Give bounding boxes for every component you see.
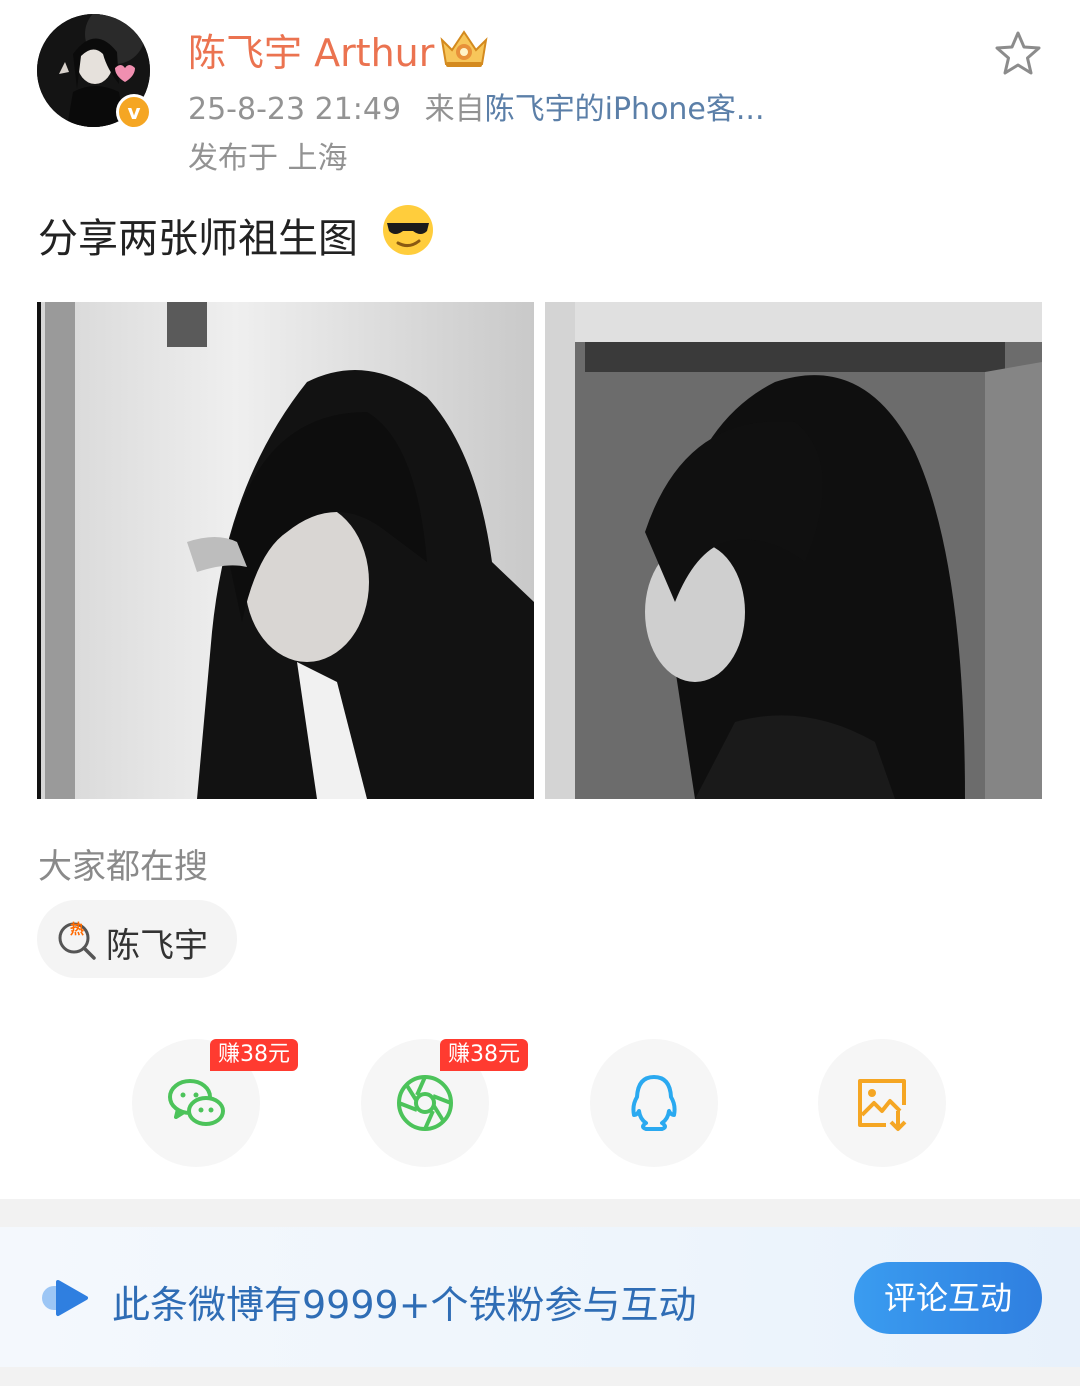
post-photo-2[interactable] bbox=[545, 302, 1042, 799]
fans-icon bbox=[42, 1280, 88, 1316]
bottom-strip bbox=[0, 1367, 1080, 1386]
crown-badge-icon bbox=[440, 30, 488, 67]
comment-interact-button[interactable]: 评论互动 bbox=[854, 1262, 1042, 1334]
save-image-icon bbox=[858, 1079, 907, 1131]
author-name[interactable]: 陈飞宇 Arthur bbox=[188, 22, 434, 77]
hot-search-icon: 热 bbox=[58, 921, 96, 960]
moments-icon bbox=[397, 1075, 453, 1131]
post-photo-1[interactable] bbox=[37, 302, 534, 799]
fan-interaction-text: 此条微博有9999+个铁粉参与互动 bbox=[112, 1283, 697, 1327]
save-image-button[interactable] bbox=[818, 1039, 946, 1167]
source-prefix: 来自 bbox=[424, 92, 485, 127]
reward-badge-moments: 赚38元 bbox=[440, 1039, 528, 1071]
post-timestamp: 25-8-23 21:49 bbox=[188, 92, 402, 127]
wechat-icon bbox=[168, 1079, 225, 1126]
share-qq-button[interactable] bbox=[590, 1039, 718, 1167]
post-source-link[interactable]: 陈飞宇的iPhone客... bbox=[485, 92, 765, 127]
post-text: 分享两张师祖生图 bbox=[38, 216, 358, 262]
trending-search-label[interactable]: 陈飞宇 bbox=[106, 918, 208, 967]
post-location: 发布于 上海 bbox=[188, 141, 348, 176]
verified-badge-icon: v bbox=[116, 94, 152, 130]
section-divider bbox=[0, 1199, 1080, 1227]
qq-icon bbox=[631, 1075, 677, 1131]
favorite-star-icon[interactable] bbox=[994, 30, 1042, 76]
sunglasses-emoji-icon bbox=[383, 205, 433, 255]
trending-search-title: 大家都在搜 bbox=[38, 847, 208, 887]
svg-text:热: 热 bbox=[70, 921, 84, 938]
post-meta: 25-8-23 21:49 来自陈飞宇的iPhone客... bbox=[188, 84, 765, 128]
reward-badge-wechat: 赚38元 bbox=[210, 1039, 298, 1071]
